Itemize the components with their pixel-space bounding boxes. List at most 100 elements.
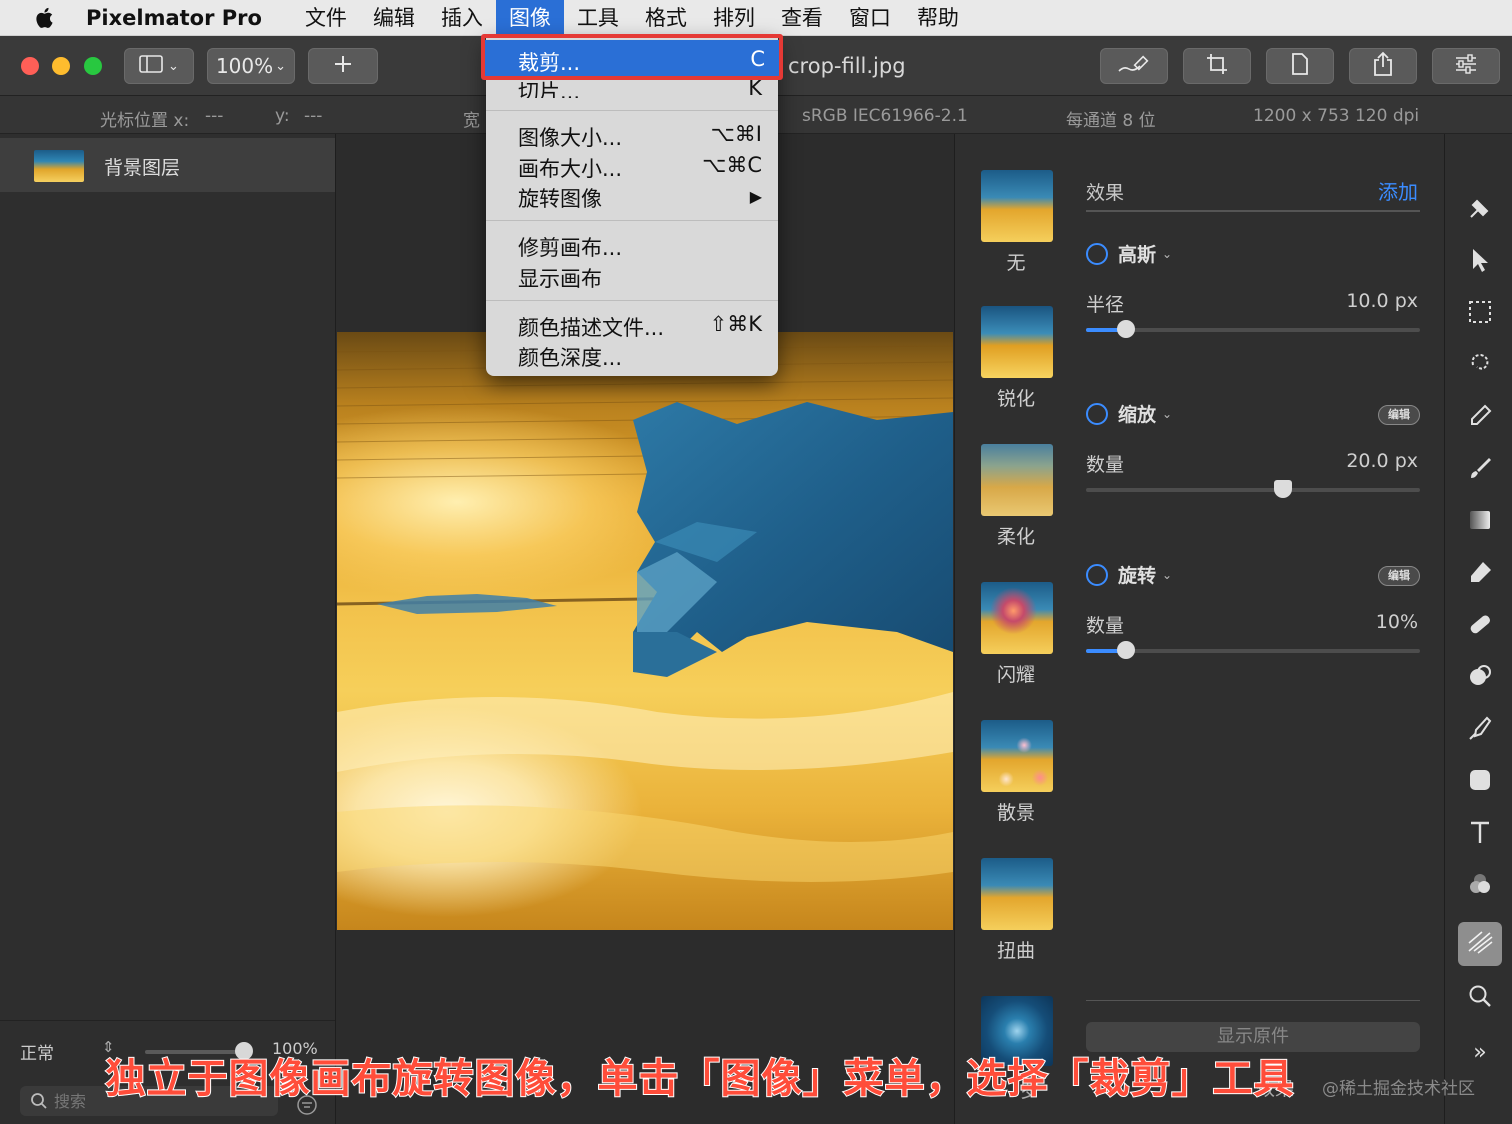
menu-file[interactable]: 文件	[292, 0, 360, 36]
layers-sidebar: 背景图层 正常 ⇕ 100%	[0, 134, 336, 1124]
slider-knob[interactable]	[1274, 480, 1293, 498]
menu-insert[interactable]: 插入	[428, 0, 496, 36]
zoom-window-button[interactable]	[84, 57, 102, 75]
param-value[interactable]: 20.0 px	[1346, 450, 1418, 472]
menu-edit[interactable]: 编辑	[360, 0, 428, 36]
chevron-down-icon: ⌄	[168, 58, 179, 74]
crop-tool-button[interactable]	[1183, 48, 1251, 84]
effects-icon	[1466, 929, 1494, 959]
app-name-menu[interactable]: Pixelmator Pro	[86, 6, 262, 30]
menu-arrange[interactable]: 排列	[700, 0, 768, 36]
menu-item-image-size[interactable]: 图像大小... ⌥⌘I	[486, 119, 778, 150]
type-tool[interactable]	[1458, 812, 1502, 856]
effect-gaussian-toggle[interactable]: 高斯 ⌄	[1086, 240, 1172, 267]
menu-format[interactable]: 格式	[632, 0, 700, 36]
color-picker-icon	[1467, 403, 1493, 433]
text-icon	[1467, 819, 1493, 849]
cursor-y-value: ---	[304, 106, 323, 126]
layer-row[interactable]: 背景图层	[0, 138, 335, 192]
radio-icon[interactable]	[1086, 402, 1108, 425]
image-canvas[interactable]	[337, 332, 953, 930]
minimize-window-button[interactable]	[52, 57, 70, 75]
more-tools-button[interactable]: »	[1458, 1030, 1502, 1074]
effect-zoom-toggle[interactable]: 缩放 ⌄	[1086, 400, 1172, 427]
menu-item-color-profile[interactable]: 颜色描述文件... ⇧⌘K	[486, 309, 778, 340]
param-label: 数量	[1086, 454, 1125, 476]
menu-help[interactable]: 帮助	[904, 0, 972, 36]
clone-tool[interactable]	[1458, 656, 1502, 700]
more-icon: »	[1473, 1039, 1487, 1065]
zoom-dropdown[interactable]: 100% ⌄	[207, 48, 295, 84]
zoom-tool[interactable]	[1458, 976, 1502, 1020]
close-window-button[interactable]	[21, 57, 39, 75]
menu-image[interactable]: 图像	[495, 0, 564, 36]
zoom-icon	[1467, 983, 1493, 1013]
menu-tools[interactable]: 工具	[564, 0, 632, 36]
color-adjust-tool[interactable]	[1458, 864, 1502, 908]
divider	[1086, 210, 1420, 212]
add-button[interactable]	[308, 48, 378, 84]
lasso-tool[interactable]	[1458, 344, 1502, 388]
repair-tool[interactable]	[1458, 188, 1502, 232]
lasso-icon	[1467, 351, 1493, 381]
shape-tool[interactable]	[1458, 760, 1502, 804]
amount-slider[interactable]	[1086, 480, 1420, 498]
menu-item-label: 图像大小...	[518, 126, 623, 150]
menu-item-trim-canvas[interactable]: 修剪画布...	[486, 229, 778, 260]
menu-item-rotate-image[interactable]: 旋转图像 ▶	[486, 180, 778, 211]
effect-spin-toggle[interactable]: 旋转 ⌄	[1086, 561, 1172, 588]
slider-knob[interactable]	[1117, 320, 1136, 338]
paint-brush-icon	[1467, 455, 1493, 485]
menu-item-color-depth[interactable]: 颜色深度...	[486, 339, 778, 370]
slider-knob[interactable]	[1117, 641, 1136, 659]
retouch-tool[interactable]	[1458, 604, 1502, 648]
param-value[interactable]: 10.0 px	[1346, 290, 1418, 312]
edit-button[interactable]: 编辑	[1378, 566, 1420, 586]
submenu-arrow-icon: ▶	[749, 187, 762, 206]
effect-label: 锐化	[996, 388, 1035, 410]
selection-tool[interactable]	[1458, 292, 1502, 336]
arrange-tool[interactable]	[1458, 240, 1502, 284]
zoom-value: 100%	[215, 54, 274, 78]
layer-name: 背景图层	[104, 157, 181, 179]
share-button[interactable]	[1349, 48, 1417, 84]
menu-window[interactable]: 窗口	[836, 0, 904, 36]
effects-tool[interactable]	[1458, 922, 1502, 966]
param-label: 数量	[1086, 615, 1125, 637]
annotate-button[interactable]	[1100, 48, 1168, 84]
chevron-down-icon: ⌄	[1162, 246, 1173, 261]
sidebar-toggle-button[interactable]: ⌄	[124, 48, 194, 84]
radio-icon[interactable]	[1086, 242, 1108, 265]
effect-label: 闪耀	[996, 664, 1035, 686]
paint-tool[interactable]	[1458, 448, 1502, 492]
menu-view[interactable]: 查看	[768, 0, 836, 36]
color-picker-tool[interactable]	[1458, 396, 1502, 440]
radio-icon[interactable]	[1086, 563, 1108, 586]
eraser-icon	[1467, 559, 1493, 589]
effect-label: 扭曲	[996, 940, 1035, 962]
menu-item-shortcut: ⇧⌘K	[709, 312, 762, 336]
color-adjust-icon	[1467, 871, 1493, 901]
param-value[interactable]: 10%	[1376, 611, 1418, 633]
menu-item-canvas-size[interactable]: 画布大小... ⌥⌘C	[486, 150, 778, 181]
gradient-icon	[1467, 507, 1493, 537]
edit-button[interactable]: 编辑	[1378, 405, 1420, 425]
add-effect-button[interactable]: 添加	[1378, 176, 1418, 205]
pen-tool[interactable]	[1458, 708, 1502, 752]
chevron-down-icon: ⌄	[1162, 406, 1173, 421]
menu-item-show-canvas[interactable]: 显示画布	[486, 260, 778, 291]
effects-header: 效果	[1086, 182, 1125, 204]
color-profile: sRGB IEC61966-2.1	[802, 106, 968, 126]
radius-slider[interactable]	[1086, 320, 1420, 338]
cursor-y-label: y:	[275, 106, 290, 126]
gradient-tool[interactable]	[1458, 500, 1502, 544]
image-menu-dropdown: 裁剪... C 切片... K 图像大小... ⌥⌘I 画布大小... ⌥⌘C …	[483, 36, 779, 376]
adjustments-button[interactable]	[1432, 48, 1500, 84]
pen-stroke-icon	[1116, 54, 1152, 79]
document-button[interactable]	[1266, 48, 1334, 84]
apple-logo-icon[interactable]	[34, 7, 72, 29]
effect-thumbnail	[981, 306, 1053, 378]
amount-slider[interactable]	[1086, 641, 1420, 659]
eraser-tool[interactable]	[1458, 552, 1502, 596]
cursor-x-label: 光标位置 x:	[100, 111, 190, 131]
